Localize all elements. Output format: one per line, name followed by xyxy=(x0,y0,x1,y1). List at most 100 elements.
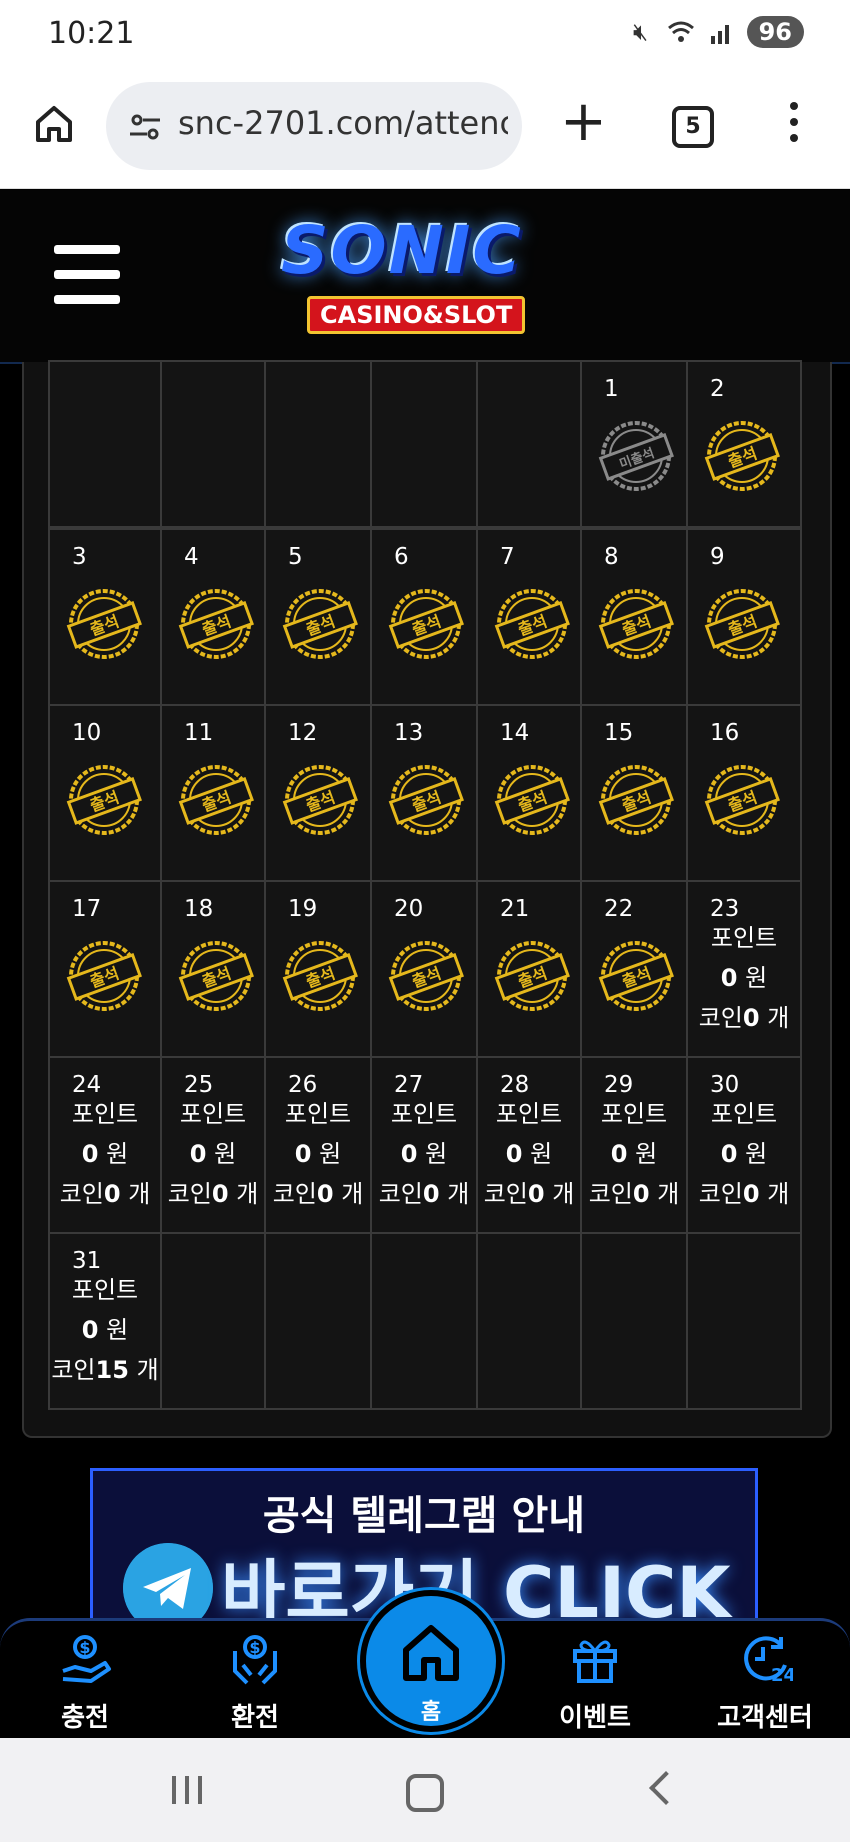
coin-label: 코인 xyxy=(588,1180,633,1208)
nav-support-label: 고객센터 xyxy=(717,1703,813,1733)
calendar-day-cell: 7 출석 xyxy=(476,528,582,706)
nav-event-label: 이벤트 xyxy=(559,1703,631,1733)
site-logo[interactable]: SONIC CASINO&SLOT xyxy=(255,208,595,338)
coin-label: 코인 xyxy=(483,1180,528,1208)
browser-toolbar: snc-2701.com/attenc + 5 xyxy=(0,72,850,189)
calendar-day-cell: 30 포인트 0 원 코인0 개 xyxy=(686,1056,802,1234)
day-number: 4 xyxy=(184,544,199,570)
nav-charge-label: 충전 xyxy=(61,1703,109,1733)
attended-stamp-icon: 출석 xyxy=(66,941,142,1011)
calendar-empty-cell xyxy=(580,1232,688,1410)
coin-label: 코인 xyxy=(272,1180,317,1208)
calendar-day-cell: 18 출석 xyxy=(160,880,266,1058)
charge-icon: $ xyxy=(62,1635,111,1683)
logo-subtitle: CASINO&SLOT xyxy=(307,296,526,334)
stamp-label: 출석 xyxy=(199,787,233,815)
calendar-empty-cell xyxy=(264,1232,372,1410)
day-number: 16 xyxy=(710,720,740,746)
android-home-icon[interactable] xyxy=(406,1774,444,1812)
points-value: 0 xyxy=(81,1316,99,1344)
won-unit: 원 xyxy=(635,1140,658,1168)
browser-home-icon[interactable] xyxy=(32,102,76,146)
nav-charge[interactable]: $ 충전 xyxy=(20,1631,150,1734)
url-text[interactable]: snc-2701.com/attenc xyxy=(178,104,508,142)
won-unit: 원 xyxy=(745,964,768,992)
status-icons: 🔇︎ 96 xyxy=(627,16,804,48)
stamp-label: 출석 xyxy=(409,611,443,639)
home-icon xyxy=(403,1625,459,1681)
nav-home-button[interactable]: 홈 xyxy=(360,1590,502,1732)
count-unit: 개 xyxy=(767,1004,790,1032)
svg-text:$: $ xyxy=(79,1638,90,1657)
status-bar: 10:21 🔇︎ 96 xyxy=(0,0,850,72)
stamp-label: 출석 xyxy=(87,787,121,815)
calendar-day-cell: 9 출석 xyxy=(686,528,802,706)
nav-event[interactable]: 이벤트 xyxy=(530,1631,660,1734)
new-tab-icon[interactable]: + xyxy=(560,94,607,150)
site-header: SONIC CASINO&SLOT xyxy=(0,190,850,364)
stamp-label: 출석 xyxy=(303,963,337,991)
day-number: 14 xyxy=(500,720,530,746)
count-unit: 개 xyxy=(657,1180,680,1208)
stamp-label: 출석 xyxy=(87,963,121,991)
reward-info: 포인트 0 원 코인0 개 xyxy=(266,1094,370,1214)
points-label: 포인트 xyxy=(710,1100,778,1128)
status-time: 10:21 xyxy=(48,16,135,51)
day-number: 15 xyxy=(604,720,634,746)
calendar-day-cell: 24 포인트 0 원 코인0 개 xyxy=(48,1056,162,1234)
nav-exchange[interactable]: $ 환전 xyxy=(190,1631,320,1734)
calendar-day-cell: 15 출석 xyxy=(580,704,688,882)
attended-stamp-icon: 출석 xyxy=(704,589,780,659)
points-label: 포인트 xyxy=(71,1100,139,1128)
nav-support[interactable]: 24 고객센터 xyxy=(700,1631,830,1734)
points-value: 0 xyxy=(720,964,738,992)
battery-level: 96 xyxy=(746,16,804,48)
day-number: 7 xyxy=(500,544,515,570)
coin-label: 코인 xyxy=(51,1356,96,1384)
won-unit: 원 xyxy=(106,1316,129,1344)
banner-title: 공식 텔레그램 안내 xyxy=(262,1493,586,1539)
back-icon[interactable] xyxy=(649,1771,683,1805)
attended-stamp-icon: 출석 xyxy=(66,765,142,835)
calendar-empty-cell xyxy=(264,360,372,528)
points-value: 0 xyxy=(505,1140,523,1168)
day-number: 20 xyxy=(394,896,424,922)
calendar-day-cell: 3 출석 xyxy=(48,528,162,706)
coin-value: 0 xyxy=(742,1180,760,1208)
calendar-day-cell: 6 출석 xyxy=(370,528,478,706)
attended-stamp-icon: 출석 xyxy=(178,589,254,659)
reward-info: 포인트 0 원 코인0 개 xyxy=(50,1094,160,1214)
calendar-day-cell: 27 포인트 0 원 코인0 개 xyxy=(370,1056,478,1234)
day-number: 10 xyxy=(72,720,102,746)
tab-switcher-button[interactable]: 5 xyxy=(672,106,714,148)
calendar-empty-cell xyxy=(370,360,478,528)
recent-apps-icon[interactable] xyxy=(172,1776,211,1808)
attended-stamp-icon: 출석 xyxy=(282,941,358,1011)
attended-stamp-icon: 출석 xyxy=(388,941,464,1011)
count-unit: 개 xyxy=(128,1180,151,1208)
calendar-day-cell: 4 출석 xyxy=(160,528,266,706)
nav-exchange-label: 환전 xyxy=(231,1703,279,1733)
support-24-icon: 24 xyxy=(744,1636,793,1686)
stamp-label: 출석 xyxy=(303,787,337,815)
calendar-day-cell: 19 출석 xyxy=(264,880,372,1058)
day-number: 12 xyxy=(288,720,318,746)
coin-value: 0 xyxy=(527,1180,545,1208)
day-number: 17 xyxy=(72,896,102,922)
svg-text:$: $ xyxy=(249,1638,260,1657)
calendar-empty-cell xyxy=(160,360,266,528)
browser-menu-icon[interactable] xyxy=(790,102,800,150)
calendar-day-cell: 22 출석 xyxy=(580,880,688,1058)
coin-label: 코인 xyxy=(167,1180,212,1208)
address-bar[interactable]: snc-2701.com/attenc xyxy=(106,82,522,170)
coin-label: 코인 xyxy=(378,1180,423,1208)
calendar-day-cell: 31 포인트 0 원 코인15 개 xyxy=(48,1232,162,1410)
calendar-day-cell: 29 포인트 0 원 코인0 개 xyxy=(580,1056,688,1234)
site-settings-icon[interactable] xyxy=(128,110,162,144)
hamburger-menu-icon[interactable] xyxy=(54,245,120,320)
calendar-empty-cell xyxy=(160,1232,266,1410)
reward-info: 포인트 0 원 코인0 개 xyxy=(162,1094,264,1214)
reward-info: 포인트 0 원 코인0 개 xyxy=(688,918,800,1038)
day-number: 6 xyxy=(394,544,409,570)
calendar-day-cell: 2 출석 xyxy=(686,360,802,528)
